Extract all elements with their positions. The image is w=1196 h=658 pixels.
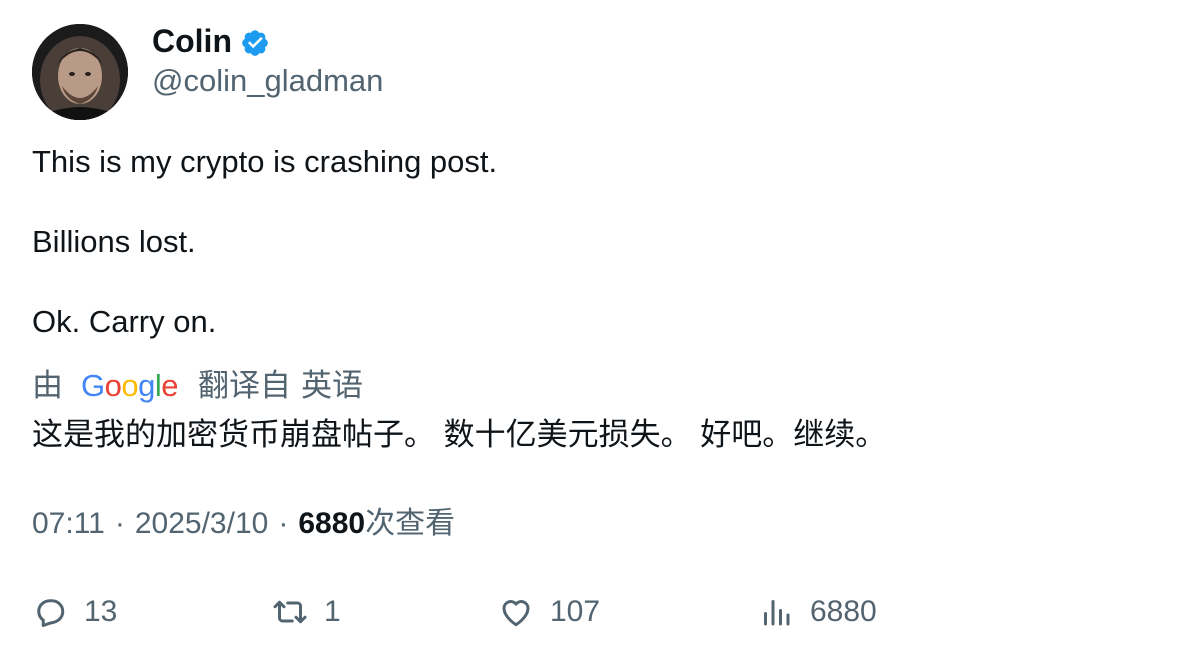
like-count: 107 bbox=[550, 595, 601, 628]
meta-separator: · bbox=[278, 507, 289, 540]
translated-from-label: 翻译自 bbox=[198, 368, 292, 403]
avatar-image bbox=[32, 24, 128, 120]
tweet-date[interactable]: 2025/3/10 bbox=[135, 504, 268, 544]
tweet-time[interactable]: 07:11 bbox=[32, 504, 105, 544]
views-button[interactable]: 6880 bbox=[758, 590, 877, 634]
reply-count: 13 bbox=[84, 595, 118, 628]
tweet-paragraph: Billions lost. bbox=[32, 224, 196, 259]
retweet-button[interactable]: 1 bbox=[272, 590, 341, 634]
source-language: 英语 bbox=[301, 368, 364, 403]
analytics-icon bbox=[764, 600, 790, 626]
views-count: 6880 bbox=[298, 507, 366, 540]
avatar[interactable] bbox=[32, 24, 128, 120]
tweet-paragraph: This is my crypto is crashing post. bbox=[32, 144, 498, 179]
retweet-icon bbox=[273, 600, 307, 624]
translation-attribution: 由 Google 翻译自 英语 bbox=[32, 366, 363, 406]
views-label: 次查看 bbox=[365, 507, 456, 540]
retweet-count: 1 bbox=[324, 595, 341, 628]
tweet-paragraph: Ok. Carry on. bbox=[32, 304, 217, 339]
action-bar: 13 1 107 6880 bbox=[0, 590, 1196, 634]
author-display-name[interactable]: Colin bbox=[152, 22, 232, 60]
tweet-text: This is my crypto is crashing post. Bill… bbox=[32, 142, 497, 342]
reply-button[interactable]: 13 bbox=[32, 590, 117, 634]
translated-text: 这是我的加密货币崩盘帖子。 数十亿美元损失。 好吧。继续。 bbox=[32, 417, 887, 452]
tweet-card: Colin @colin_gladman This is my crypto i… bbox=[0, 0, 1196, 658]
google-logo: Google bbox=[81, 368, 179, 403]
verified-badge-icon bbox=[240, 28, 270, 58]
reply-icon bbox=[37, 599, 65, 627]
translation-by-label: 由 bbox=[32, 368, 63, 403]
views-action-count: 6880 bbox=[810, 595, 877, 628]
author-handle[interactable]: @colin_gladman bbox=[152, 62, 383, 100]
heart-icon bbox=[502, 600, 530, 627]
author-name-row: Colin bbox=[152, 22, 270, 60]
meta-separator: · bbox=[114, 507, 125, 540]
tweet-meta: 07:11 · 2025/3/10 · 6880 次查看 bbox=[32, 504, 455, 544]
like-button[interactable]: 107 bbox=[498, 590, 600, 634]
